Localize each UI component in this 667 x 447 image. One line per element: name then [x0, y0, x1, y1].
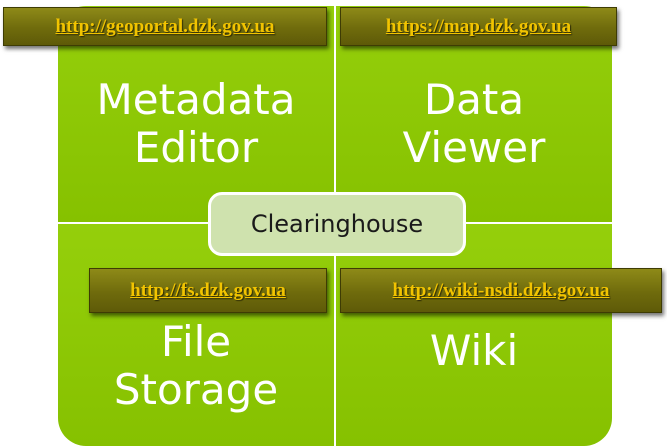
- quadrant-file-storage: File Storage: [58, 224, 334, 446]
- geoportal-link-text: http://geoportal.dzk.gov.ua: [55, 15, 275, 37]
- quadrant-wiki: Wiki: [336, 224, 612, 446]
- map-viewer-link-text: https://map.dzk.gov.ua: [385, 15, 572, 37]
- clearinghouse-box: Clearinghouse: [208, 192, 466, 256]
- file-storage-link[interactable]: http://fs.dzk.gov.ua: [89, 268, 327, 313]
- file-storage-label: File Storage: [113, 317, 279, 414]
- data-viewer-label: Data Viewer: [402, 75, 546, 172]
- geoportal-link[interactable]: http://geoportal.dzk.gov.ua: [3, 7, 327, 46]
- clearinghouse-label: Clearinghouse: [250, 210, 424, 238]
- wiki-label: Wiki: [429, 326, 519, 375]
- file-storage-link-text: http://fs.dzk.gov.ua: [130, 279, 286, 301]
- metadata-editor-label: Metadata Editor: [96, 75, 296, 172]
- wiki-link-text: http://wiki-nsdi.dzk.gov.ua: [392, 279, 610, 301]
- wiki-link[interactable]: http://wiki-nsdi.dzk.gov.ua: [340, 268, 662, 313]
- map-viewer-link[interactable]: https://map.dzk.gov.ua: [340, 7, 617, 46]
